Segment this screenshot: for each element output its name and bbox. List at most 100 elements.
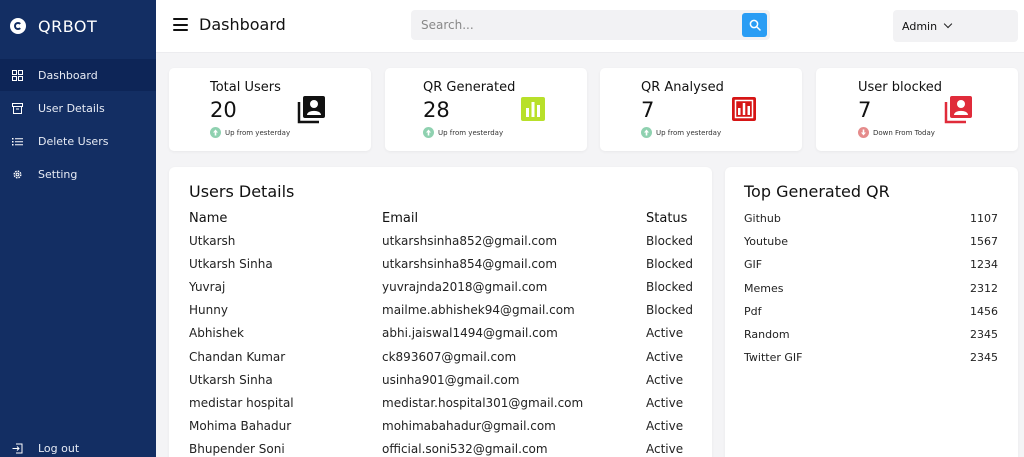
table-row[interactable]: Utkarsh utkarshsinha852@gmail.com Blocked (189, 229, 699, 252)
stat-card-qr-generated: QR Generated 28 Up from yesterday (385, 68, 587, 151)
list-item: Twitter GIF 2345 (744, 346, 998, 369)
status-badge: Blocked (646, 256, 694, 271)
qr-label: Twitter GIF (744, 351, 803, 365)
qr-label: Memes (744, 281, 784, 295)
table-row[interactable]: Bhupender Soni official.soni532@gmail.com… (189, 438, 699, 457)
sidebar-item-label: Delete Users (38, 134, 109, 148)
stat-trend-label: Up from yesterday (656, 128, 722, 137)
page-title: Dashboard (199, 15, 286, 34)
user-email: medistar.hospital301@gmail.com (382, 395, 584, 410)
table-row[interactable]: Mohima Bahadur mohimabahadur@gmail.com Act… (189, 415, 699, 438)
user-menu-label: Admin (902, 19, 938, 33)
users-icon (297, 96, 325, 124)
user-name: Utkarsh Sinha (189, 372, 273, 387)
top-qr-list: Github 1107 Youtube 1567 GIF 1234 Memes 2312 Pdf… (744, 207, 998, 369)
bar-chart-icon (521, 97, 545, 121)
stat-value: 28 (423, 98, 450, 122)
qr-count: 1234 (970, 258, 998, 272)
stat-trend-label: Up from yesterday (225, 128, 291, 137)
qr-label: Random (744, 328, 790, 342)
qr-label: Pdf (744, 304, 762, 318)
stat-value: 20 (210, 98, 237, 122)
brand-name: QRBOT (38, 16, 98, 36)
list-item: Youtube 1567 (744, 230, 998, 253)
stat-value: 7 (858, 98, 872, 122)
stat-trend: Down From Today (858, 127, 935, 138)
brand-logo-icon (10, 18, 26, 34)
user-email: usinha901@gmail.com (382, 372, 520, 387)
column-header-name: Name (189, 210, 228, 226)
stat-card-user-blocked: User blocked 7 Down From Today (816, 68, 1018, 151)
status-badge: Active (646, 372, 684, 387)
user-name: Abhishek (189, 326, 244, 341)
sidebar-item-user-details[interactable]: User Details (0, 92, 156, 124)
table-row[interactable]: medistar hospital medistar.hospital301@gm… (189, 391, 699, 414)
user-email: yuvrajnda2018@gmail.com (382, 279, 548, 294)
list-item: Memes 2312 (744, 277, 998, 300)
stat-trend: Up from yesterday (423, 127, 503, 138)
sidebar-item-label: Setting (38, 167, 78, 181)
status-badge: Active (646, 349, 684, 364)
user-email: utkarshsinha852@gmail.com (382, 233, 558, 248)
table-row[interactable]: Abhishek abhi.jaiswal1494@gmail.com Active (189, 322, 699, 345)
list-item: Github 1107 (744, 207, 998, 230)
sidebar: QRBOT Dashboard User Details Delete User… (0, 0, 156, 457)
bar-chart-icon (732, 97, 756, 121)
table-row[interactable]: Hunny mailme.abhishek94@gmail.com Blocked (189, 299, 699, 322)
logout-label: Log out (38, 441, 80, 455)
user-name: medistar hospital (189, 395, 294, 410)
table-row[interactable]: Utkarsh Sinha usinha901@gmail.com Active (189, 368, 699, 391)
qr-count: 2345 (970, 351, 998, 365)
qr-count: 2345 (970, 328, 998, 342)
status-badge: Blocked (646, 303, 694, 318)
search-bar (411, 10, 770, 40)
user-email: official.soni532@gmail.com (382, 442, 548, 457)
status-badge: Active (646, 326, 684, 341)
user-name: Hunny (189, 303, 228, 318)
user-name: Bhupender Soni (189, 442, 285, 457)
qr-count: 1567 (970, 235, 998, 249)
arrow-up-icon (641, 127, 652, 138)
sidebar-item-label: Dashboard (38, 68, 98, 82)
sidebar-item-label: User Details (38, 101, 105, 115)
stat-trend: Up from yesterday (641, 127, 721, 138)
arrow-up-icon (423, 127, 434, 138)
top-header: Dashboard Admin (156, 0, 1024, 53)
table-row[interactable]: Yuvraj yuvrajnda2018@gmail.com Blocked (189, 275, 699, 298)
search-input[interactable] (411, 10, 731, 40)
status-badge: Blocked (646, 233, 694, 248)
user-menu-dropdown[interactable]: Admin (893, 10, 1018, 42)
logout-button[interactable]: Log out (0, 432, 156, 457)
stat-title: QR Generated (423, 80, 516, 95)
arrow-down-icon (858, 127, 869, 138)
sidebar-item-setting[interactable]: Setting (0, 158, 156, 190)
table-row[interactable]: Utkarsh Sinha utkarshsinha854@gmail.com Bl… (189, 252, 699, 275)
sidebar-item-dashboard[interactable]: Dashboard (0, 59, 156, 91)
menu-toggle-icon[interactable] (173, 18, 188, 31)
stat-card-total-users: Total Users 20 Up from yesterday (169, 68, 371, 151)
users-table: Name Email Status Utkarsh utkarshsinha852… (189, 207, 699, 457)
qr-label: Github (744, 212, 781, 226)
user-name: Chandan Kumar (189, 349, 286, 364)
stat-trend: Up from yesterday (210, 127, 290, 138)
arrow-up-icon (210, 127, 221, 138)
gear-icon (12, 169, 23, 180)
user-name: Mohima Bahadur (189, 419, 292, 434)
top-generated-qr-panel: Top Generated QR Github 1107 Youtube 1567 GI… (725, 167, 1018, 457)
sidebar-item-delete-users[interactable]: Delete Users (0, 125, 156, 157)
status-badge: Active (646, 419, 684, 434)
user-email: mailme.abhishek94@gmail.com (382, 303, 575, 318)
list-icon (12, 136, 23, 147)
user-email: abhi.jaiswal1494@gmail.com (382, 326, 558, 341)
user-name: Utkarsh (189, 233, 236, 248)
grid-icon (12, 69, 23, 81)
status-badge: Active (646, 395, 684, 410)
brand[interactable]: QRBOT (10, 15, 97, 37)
stat-trend-label: Down From Today (873, 128, 935, 137)
archive-icon (12, 102, 23, 114)
qr-label: Youtube (744, 235, 788, 249)
user-name: Yuvraj (189, 279, 226, 294)
logout-icon (12, 443, 23, 454)
table-row[interactable]: Chandan Kumar ck893607@gmail.com Active (189, 345, 699, 368)
search-button[interactable] (742, 13, 767, 37)
